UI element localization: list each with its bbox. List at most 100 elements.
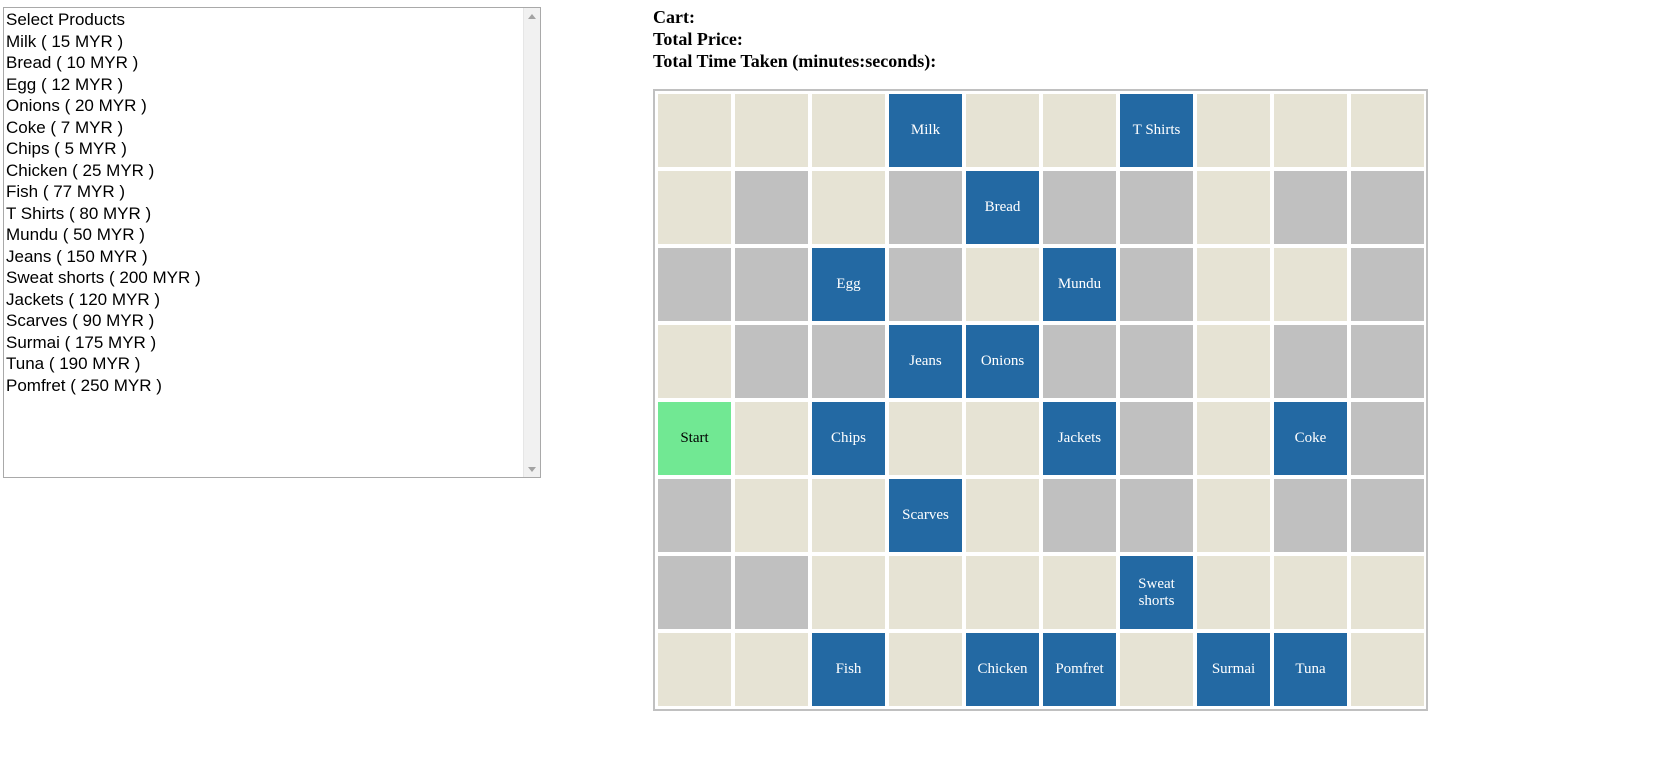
grid-cell-wall[interactable]: [1351, 402, 1424, 475]
grid-cell-product[interactable]: Milk: [889, 94, 962, 167]
grid-cell-empty[interactable]: [1197, 402, 1270, 475]
grid-cell-empty[interactable]: [658, 171, 731, 244]
grid-cell-wall[interactable]: [1120, 171, 1193, 244]
product-option[interactable]: Bread ( 10 MYR ): [4, 52, 523, 74]
grid-cell-wall[interactable]: [735, 556, 808, 629]
product-listbox[interactable]: Select Products Milk ( 15 MYR ) Bread ( 1…: [3, 7, 541, 478]
grid-cell-empty[interactable]: [1197, 248, 1270, 321]
product-option[interactable]: T Shirts ( 80 MYR ): [4, 203, 523, 225]
grid-cell-empty[interactable]: [966, 402, 1039, 475]
grid-cell-wall[interactable]: [735, 325, 808, 398]
grid-cell-wall[interactable]: [889, 171, 962, 244]
grid-cell-empty[interactable]: [1351, 556, 1424, 629]
product-option[interactable]: Egg ( 12 MYR ): [4, 74, 523, 96]
grid-cell-wall[interactable]: [1274, 171, 1347, 244]
grid-cell-wall[interactable]: [1120, 248, 1193, 321]
product-option[interactable]: Pomfret ( 250 MYR ): [4, 375, 523, 397]
grid-cell-empty[interactable]: [1274, 248, 1347, 321]
grid-cell-wall[interactable]: [1274, 479, 1347, 552]
grid-cell-product[interactable]: Mundu: [1043, 248, 1116, 321]
grid-cell-wall[interactable]: [1351, 325, 1424, 398]
grid-cell-empty[interactable]: [889, 556, 962, 629]
grid-cell-wall[interactable]: [1351, 171, 1424, 244]
scroll-down-arrow-icon[interactable]: [524, 461, 540, 477]
grid-cell-empty[interactable]: [1274, 94, 1347, 167]
product-option[interactable]: Scarves ( 90 MYR ): [4, 310, 523, 332]
product-option[interactable]: Coke ( 7 MYR ): [4, 117, 523, 139]
grid-cell-empty[interactable]: [658, 633, 731, 706]
grid-cell-wall[interactable]: [1351, 248, 1424, 321]
grid-cell-product[interactable]: Chicken: [966, 633, 1039, 706]
grid-cell-empty[interactable]: [889, 633, 962, 706]
grid-cell-wall[interactable]: [1351, 479, 1424, 552]
grid-cell-product[interactable]: Onions: [966, 325, 1039, 398]
product-option[interactable]: Surmai ( 175 MYR ): [4, 332, 523, 354]
grid-cell-empty[interactable]: [966, 94, 1039, 167]
grid-cell-product[interactable]: Tuna: [1274, 633, 1347, 706]
grid-cell-start[interactable]: Start: [658, 402, 731, 475]
product-option[interactable]: Tuna ( 190 MYR ): [4, 353, 523, 375]
grid-cell-product[interactable]: Sweat shorts: [1120, 556, 1193, 629]
product-option[interactable]: Sweat shorts ( 200 MYR ): [4, 267, 523, 289]
grid-cell-empty[interactable]: [735, 94, 808, 167]
grid-cell-wall[interactable]: [735, 171, 808, 244]
grid-cell-wall[interactable]: [1043, 325, 1116, 398]
scroll-up-arrow-icon[interactable]: [524, 8, 540, 24]
grid-cell-empty[interactable]: [812, 556, 885, 629]
product-option[interactable]: Jackets ( 120 MYR ): [4, 289, 523, 311]
grid-cell-wall[interactable]: [812, 325, 885, 398]
grid-cell-product[interactable]: T Shirts: [1120, 94, 1193, 167]
grid-cell-wall[interactable]: [1120, 325, 1193, 398]
product-option[interactable]: Mundu ( 50 MYR ): [4, 224, 523, 246]
grid-cell-wall[interactable]: [735, 248, 808, 321]
grid-cell-empty[interactable]: [735, 479, 808, 552]
grid-cell-product[interactable]: Pomfret: [1043, 633, 1116, 706]
grid-cell-empty[interactable]: [1120, 633, 1193, 706]
grid-cell-wall[interactable]: [658, 248, 731, 321]
product-option[interactable]: Onions ( 20 MYR ): [4, 95, 523, 117]
grid-cell-product[interactable]: Bread: [966, 171, 1039, 244]
grid-cell-empty[interactable]: [1351, 633, 1424, 706]
grid-cell-product[interactable]: Fish: [812, 633, 885, 706]
grid-cell-empty[interactable]: [1197, 94, 1270, 167]
grid-cell-empty[interactable]: [812, 94, 885, 167]
grid-cell-empty[interactable]: [1197, 479, 1270, 552]
grid-cell-empty[interactable]: [1197, 171, 1270, 244]
grid-cell-empty[interactable]: [1351, 94, 1424, 167]
grid-cell-empty[interactable]: [812, 479, 885, 552]
grid-cell-empty[interactable]: [658, 94, 731, 167]
grid-cell-empty[interactable]: [1043, 556, 1116, 629]
listbox-scrollbar[interactable]: [523, 8, 540, 477]
grid-cell-wall[interactable]: [1274, 325, 1347, 398]
product-option[interactable]: Fish ( 77 MYR ): [4, 181, 523, 203]
grid-cell-empty[interactable]: [966, 479, 1039, 552]
grid-cell-wall[interactable]: [658, 479, 731, 552]
grid-cell-product[interactable]: Egg: [812, 248, 885, 321]
product-option[interactable]: Chips ( 5 MYR ): [4, 138, 523, 160]
grid-cell-empty[interactable]: [735, 633, 808, 706]
product-option[interactable]: Chicken ( 25 MYR ): [4, 160, 523, 182]
product-option[interactable]: Milk ( 15 MYR ): [4, 31, 523, 53]
grid-cell-empty[interactable]: [735, 402, 808, 475]
grid-cell-empty[interactable]: [966, 248, 1039, 321]
grid-cell-product[interactable]: Jackets: [1043, 402, 1116, 475]
grid-cell-empty[interactable]: [1274, 556, 1347, 629]
grid-cell-wall[interactable]: [1120, 402, 1193, 475]
product-option[interactable]: Jeans ( 150 MYR ): [4, 246, 523, 268]
grid-cell-wall[interactable]: [889, 248, 962, 321]
grid-cell-empty[interactable]: [966, 556, 1039, 629]
grid-cell-product[interactable]: Coke: [1274, 402, 1347, 475]
grid-cell-empty[interactable]: [889, 402, 962, 475]
grid-cell-product[interactable]: Jeans: [889, 325, 962, 398]
grid-cell-wall[interactable]: [1120, 479, 1193, 552]
listbox-header-option[interactable]: Select Products: [4, 9, 523, 31]
grid-cell-empty[interactable]: [1043, 94, 1116, 167]
grid-cell-empty[interactable]: [812, 171, 885, 244]
grid-cell-wall[interactable]: [1043, 171, 1116, 244]
grid-cell-wall[interactable]: [658, 556, 731, 629]
grid-cell-empty[interactable]: [1197, 556, 1270, 629]
grid-cell-empty[interactable]: [658, 325, 731, 398]
grid-cell-wall[interactable]: [1043, 479, 1116, 552]
grid-cell-product[interactable]: Scarves: [889, 479, 962, 552]
grid-cell-product[interactable]: Surmai: [1197, 633, 1270, 706]
